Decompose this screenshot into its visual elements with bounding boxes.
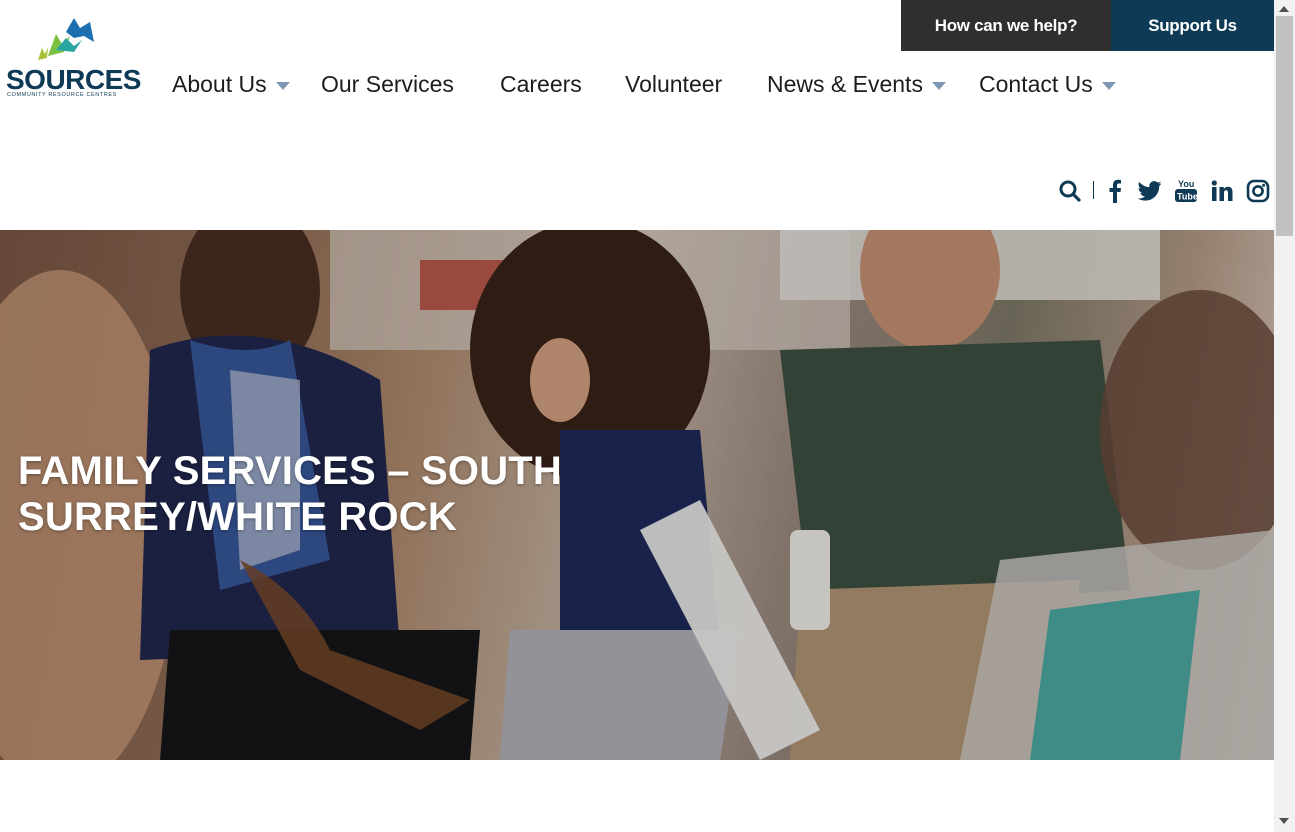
chevron-down-icon[interactable]	[1101, 81, 1116, 90]
scroll-up-arrow-icon[interactable]	[1279, 6, 1289, 12]
linkedin-icon[interactable]	[1209, 177, 1235, 205]
birds-logo-icon	[38, 18, 94, 60]
nav-item-our-services[interactable]: Our Services	[321, 71, 454, 98]
instagram-icon[interactable]	[1245, 177, 1271, 205]
how-can-we-help-button[interactable]: How can we help?	[901, 0, 1111, 51]
hero-banner: FAMILY SERVICES – SOUTH SURREY/WHITE ROC…	[0, 230, 1274, 760]
nav-item-volunteer[interactable]: Volunteer	[625, 71, 722, 98]
nav-item-careers[interactable]: Careers	[500, 71, 582, 98]
scrollbar-thumb[interactable]	[1276, 16, 1293, 236]
twitter-icon[interactable]	[1137, 177, 1163, 205]
svg-text:You: You	[1178, 179, 1194, 189]
nav-label: News & Events	[767, 71, 923, 97]
nav-item-news-events[interactable]: News & Events	[767, 71, 946, 98]
chevron-down-icon[interactable]	[931, 81, 946, 90]
support-us-button[interactable]: Support Us	[1111, 0, 1274, 51]
nav-label: Volunteer	[625, 71, 723, 97]
nav-label: Our Services	[321, 71, 454, 97]
nav-label: About Us	[172, 71, 267, 97]
chevron-down-icon[interactable]	[275, 81, 290, 90]
svg-text:Tube: Tube	[1177, 192, 1198, 202]
social-divider	[1093, 181, 1094, 199]
nav-item-contact-us[interactable]: Contact Us	[979, 71, 1116, 98]
facebook-icon[interactable]	[1102, 177, 1128, 205]
scroll-down-arrow-icon[interactable]	[1279, 818, 1289, 824]
hero-title: FAMILY SERVICES – SOUTH SURREY/WHITE ROC…	[18, 449, 563, 539]
nav-label: Contact Us	[979, 71, 1093, 97]
logo-tagline: COMMUNITY RESOURCE CENTRES	[7, 92, 117, 98]
nav-item-about-us[interactable]: About Us	[172, 71, 290, 98]
sources-logo[interactable]: SOURCES COMMUNITY RESOURCE CENTRES	[4, 12, 141, 104]
search-icon[interactable]	[1057, 177, 1083, 205]
youtube-icon[interactable]: You Tube	[1173, 177, 1199, 205]
nav-label: Careers	[500, 71, 582, 97]
